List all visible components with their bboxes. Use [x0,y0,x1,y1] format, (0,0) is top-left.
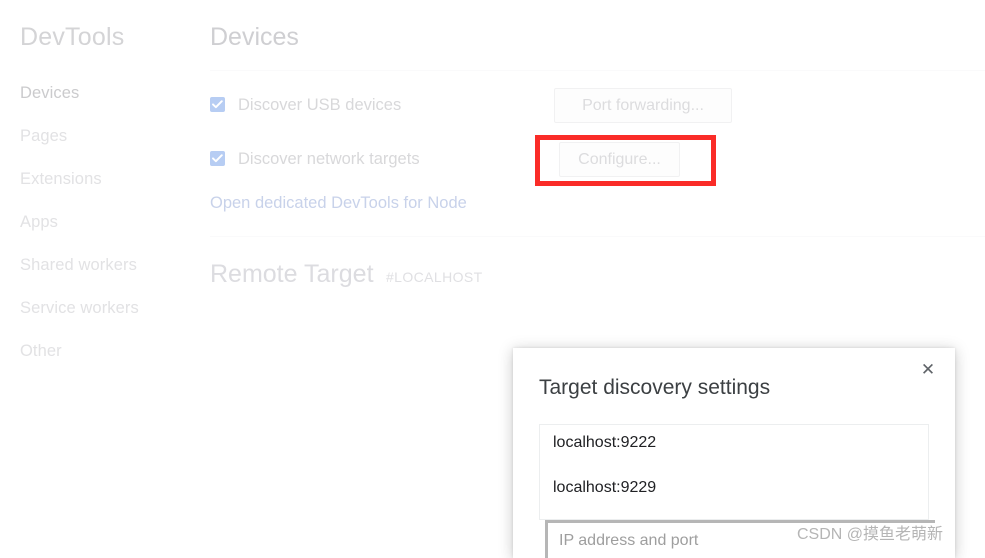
sidebar-item-devices[interactable]: Devices [20,84,79,103]
sidebar-item-apps[interactable]: Apps [20,213,58,232]
list-item[interactable]: localhost:9222 [553,434,656,452]
checkbox-checked-icon[interactable] [210,151,225,166]
target-list[interactable]: localhost:9222 localhost:9229 [539,424,929,520]
remote-target-host: #LOCALHOST [385,269,483,285]
sidebar: DevTools Devices Pages Extensions Apps S… [0,0,196,550]
target-discovery-settings-dialog: ✕ Target discovery settings localhost:92… [513,348,955,558]
remote-target-section-header: Remote Target #LOCALHOST [210,260,483,289]
sidebar-title: DevTools [20,23,125,51]
discover-usb-devices-label: Discover USB devices [238,96,402,114]
sidebar-item-shared-workers[interactable]: Shared workers [20,256,137,275]
sidebar-item-service-workers[interactable]: Service workers [20,299,139,318]
section-divider-bottom [210,236,985,237]
port-forwarding-button[interactable]: Port forwarding... [554,88,732,123]
dialog-title: Target discovery settings [539,376,771,399]
discover-network-targets-label: Discover network targets [238,150,420,168]
checkbox-checked-icon[interactable] [210,97,225,112]
sidebar-item-pages[interactable]: Pages [20,127,67,146]
open-dedicated-devtools-for-node-link[interactable]: Open dedicated DevTools for Node [210,194,467,213]
highlight-annotation-box [535,135,716,186]
sidebar-item-other[interactable]: Other [20,342,62,361]
page-title: Devices [210,23,299,51]
ip-address-and-port-input[interactable] [548,523,935,558]
sidebar-item-extensions[interactable]: Extensions [20,170,102,189]
remote-target-title: Remote Target [210,260,374,288]
close-icon[interactable]: ✕ [915,357,941,383]
list-item[interactable]: localhost:9229 [553,479,656,497]
ip-address-input-wrapper [545,520,935,558]
section-divider-top [210,70,985,71]
